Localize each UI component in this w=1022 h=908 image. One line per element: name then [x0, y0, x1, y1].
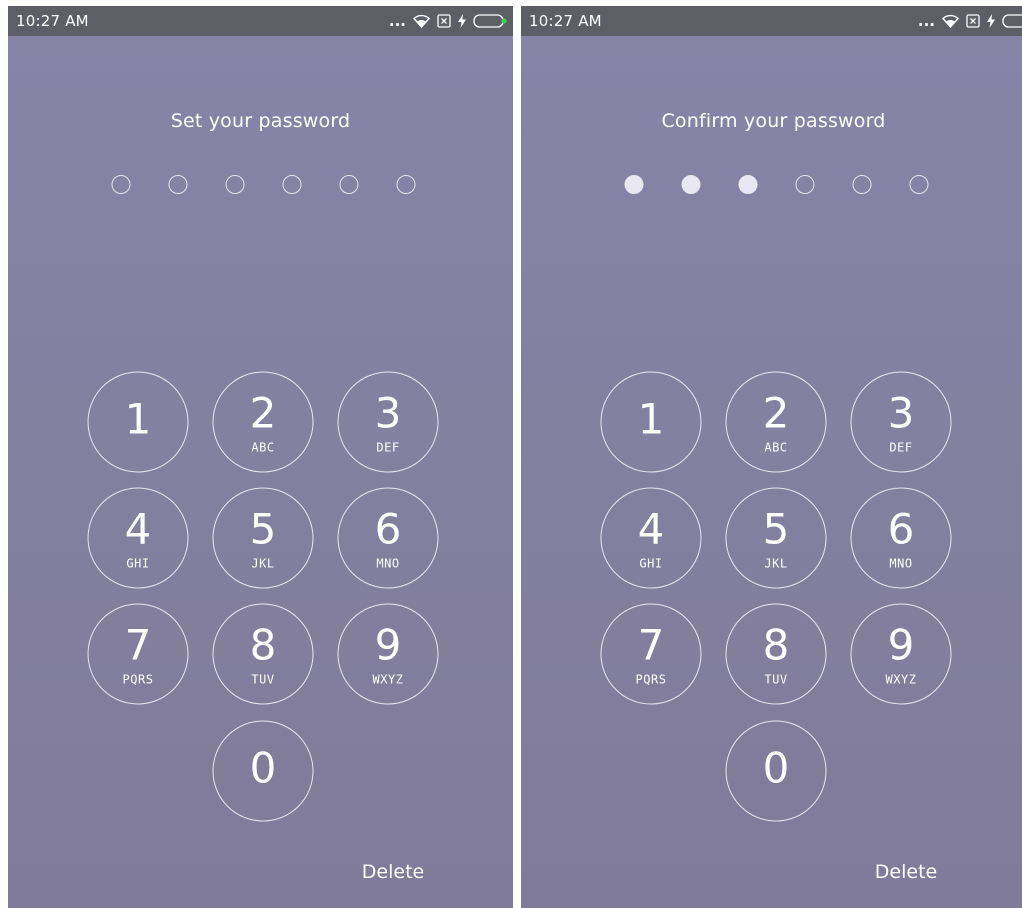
key-digit: 6 [374, 504, 402, 554]
key-digit: 4 [637, 504, 665, 554]
key-letters: JKL [764, 556, 788, 571]
key-4[interactable]: 4 GHI [600, 487, 702, 589]
delete-button[interactable]: Delete [348, 861, 438, 883]
key-digit: 4 [124, 504, 152, 554]
keypad: 1 2 ABC 3 DEF 4 GHI 5 JKL 6 MNO 7 PQRS 8… [521, 6, 1022, 908]
key-letters: WXYZ [885, 672, 917, 687]
key-2[interactable]: 2 ABC [725, 371, 827, 473]
key-letters: DEF [376, 440, 400, 455]
key-7[interactable]: 7 PQRS [87, 603, 189, 705]
key-digit: 5 [249, 504, 277, 554]
confirm-password-screen: 10:27 AM ... Confirm your password 1 2 A… [521, 6, 1022, 908]
key-letters: TUV [764, 672, 788, 687]
key-1[interactable]: 1 [87, 371, 189, 473]
key-4[interactable]: 4 GHI [87, 487, 189, 589]
key-letters: PQRS [635, 672, 667, 687]
keypad: 1 2 ABC 3 DEF 4 GHI 5 JKL 6 MNO 7 PQRS 8… [8, 6, 513, 908]
key-letters: ABC [251, 440, 275, 455]
key-8[interactable]: 8 TUV [725, 603, 827, 705]
key-letters: WXYZ [372, 672, 404, 687]
key-digit: 8 [762, 620, 790, 670]
key-7[interactable]: 7 PQRS [600, 603, 702, 705]
key-5[interactable]: 5 JKL [212, 487, 314, 589]
key-5[interactable]: 5 JKL [725, 487, 827, 589]
key-letters: TUV [251, 672, 275, 687]
delete-button[interactable]: Delete [861, 861, 951, 883]
key-3[interactable]: 3 DEF [850, 371, 952, 473]
set-password-screen: 10:27 AM ... Set your password 1 2 ABC 3… [8, 6, 513, 908]
key-digit: 5 [762, 504, 790, 554]
key-letters: JKL [251, 556, 275, 571]
key-0[interactable]: 0 [212, 720, 314, 822]
key-digit: 6 [887, 504, 915, 554]
key-3[interactable]: 3 DEF [337, 371, 439, 473]
key-digit: 7 [124, 620, 152, 670]
key-6[interactable]: 6 MNO [337, 487, 439, 589]
key-digit: 1 [124, 394, 152, 444]
key-digit: 2 [249, 388, 277, 438]
key-letters: MNO [889, 556, 913, 571]
key-2[interactable]: 2 ABC [212, 371, 314, 473]
key-digit: 2 [762, 388, 790, 438]
key-letters: DEF [889, 440, 913, 455]
key-letters: ABC [764, 440, 788, 455]
key-digit: 0 [249, 743, 277, 793]
key-1[interactable]: 1 [600, 371, 702, 473]
key-8[interactable]: 8 TUV [212, 603, 314, 705]
key-letters: PQRS [122, 672, 154, 687]
key-digit: 0 [762, 743, 790, 793]
key-digit: 1 [637, 394, 665, 444]
key-0[interactable]: 0 [725, 720, 827, 822]
key-letters: MNO [376, 556, 400, 571]
key-6[interactable]: 6 MNO [850, 487, 952, 589]
key-letters: GHI [639, 556, 663, 571]
key-9[interactable]: 9 WXYZ [850, 603, 952, 705]
key-digit: 3 [887, 388, 915, 438]
key-9[interactable]: 9 WXYZ [337, 603, 439, 705]
key-digit: 3 [374, 388, 402, 438]
key-digit: 7 [637, 620, 665, 670]
key-digit: 9 [374, 620, 402, 670]
key-digit: 8 [249, 620, 277, 670]
key-letters: GHI [126, 556, 150, 571]
key-digit: 9 [887, 620, 915, 670]
